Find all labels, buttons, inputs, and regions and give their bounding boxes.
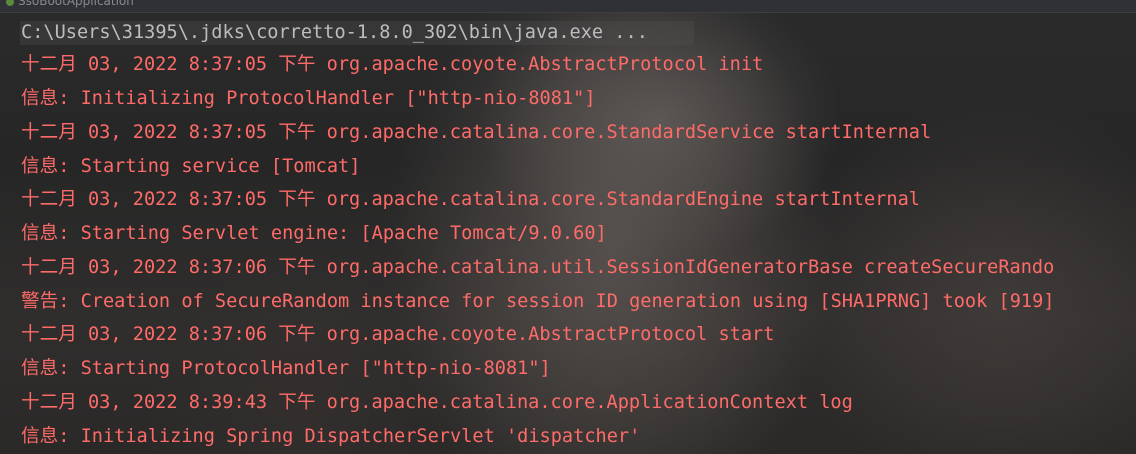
tab-run-config[interactable]: SsoBootApplication: [6, 0, 134, 10]
log-line[interactable]: 十二月 03, 2022 8:37:05 下午 org.apache.catal…: [21, 121, 931, 145]
log-line[interactable]: 信息: Starting service [Tomcat]: [21, 155, 360, 179]
log-line[interactable]: 十二月 03, 2022 8:37:06 下午 org.apache.coyot…: [21, 323, 774, 347]
command-line[interactable]: C:\Users\31395\.jdks\corretto-1.8.0_302\…: [21, 21, 648, 45]
run-tab-strip: SsoBootApplication: [0, 0, 1136, 13]
log-line[interactable]: 信息: Initializing Spring DispatcherServle…: [21, 425, 640, 449]
log-line[interactable]: 十二月 03, 2022 8:37:06 下午 org.apache.catal…: [21, 256, 1054, 280]
log-line[interactable]: 信息: Starting ProtocolHandler ["http-nio-…: [21, 357, 551, 381]
run-console[interactable]: SsoBootApplication C:\Users\31395\.jdks\…: [0, 0, 1136, 454]
log-line[interactable]: 十二月 03, 2022 8:37:05 下午 org.apache.coyot…: [21, 53, 763, 77]
run-config-icon: [6, 0, 14, 6]
log-line[interactable]: 信息: Initializing ProtocolHandler ["http-…: [21, 87, 596, 111]
log-line[interactable]: 十二月 03, 2022 8:39:43 下午 org.apache.catal…: [21, 391, 853, 415]
tab-label: SsoBootApplication: [18, 0, 134, 8]
log-line[interactable]: 十二月 03, 2022 8:37:05 下午 org.apache.catal…: [21, 188, 920, 212]
log-line[interactable]: 信息: Starting Servlet engine: [Apache Tom…: [21, 222, 607, 246]
log-line[interactable]: 警告: Creation of SecureRandom instance fo…: [21, 290, 1055, 314]
